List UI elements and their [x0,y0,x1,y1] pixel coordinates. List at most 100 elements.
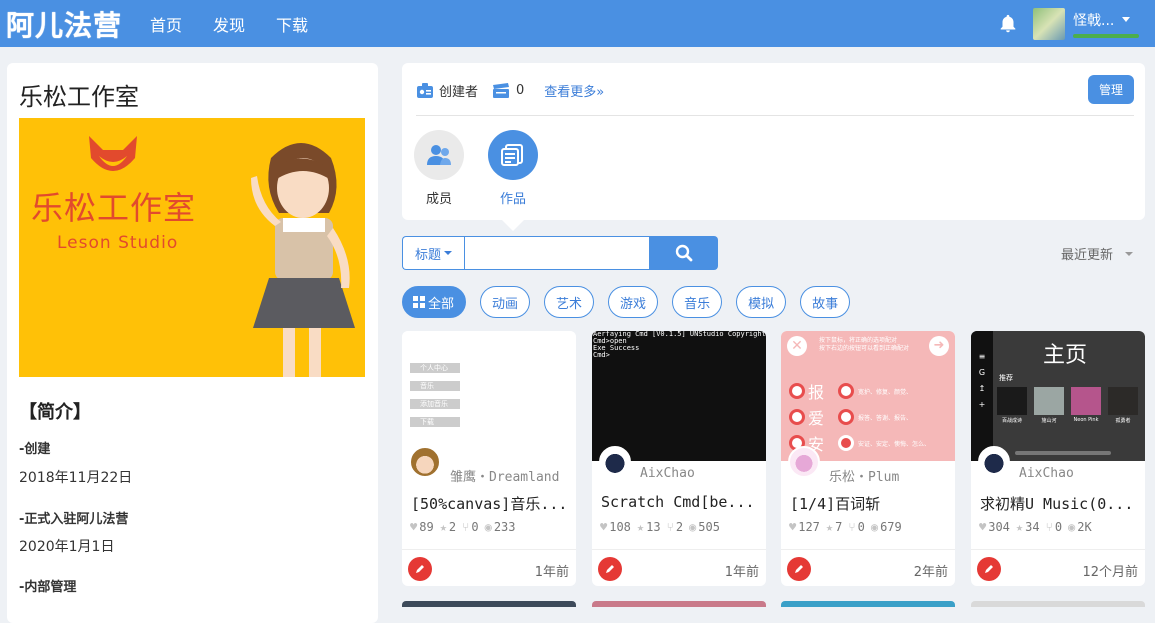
tile-label: 百战成诗 [1001,418,1022,424]
sort-label: 最近更新 [1060,248,1113,263]
sort-dropdown[interactable]: 最近更新 [1061,244,1133,263]
fork-icon: ⑂ [666,520,674,534]
user-area: 怪戟... [997,0,1139,47]
card-stats: ♥ 108 ★ 13 ⑂ 2 ◉ 505 [600,520,726,534]
tab-works-label: 作品 [499,192,526,207]
filter-game[interactable]: 游戏 [608,286,659,318]
card-stats: ♥ 89 ★ 2 ⑂ 0 ◉ 233 [410,520,522,534]
card-author[interactable]: AixChao [1019,466,1074,481]
see-more-link[interactable]: 查看更多» [544,81,604,100]
filter-all[interactable]: 全部 [402,286,467,318]
eye-icon: ◉ [870,520,879,534]
card-time: 1年前 [724,565,759,580]
thumb-subheading: 推荐 [999,374,1013,382]
card-time: 2年前 [913,565,948,580]
project-card[interactable]: ✕ ➜ 按下鼠标，将正确的选项配对 按下右边的按钮可以看到正确配对 报 宽护、修复… [781,331,955,586]
filter-label: 故事 [812,296,839,312]
project-card[interactable]: Aerfaying Cmd [V0.1.5] UNStudio Copyrigh… [592,331,766,586]
card-title[interactable]: [1/4]百词斩 [790,493,880,514]
chevron-down-icon [1122,17,1131,22]
nav-download[interactable]: 下载 [276,12,308,36]
quiz-char: 爱 [808,409,825,428]
username-label: 怪戟... [1073,12,1115,29]
filter-art[interactable]: 艺术 [544,286,595,318]
heart-icon: ♥ [789,520,797,534]
like-count: 304 [988,520,1010,534]
nav-discover[interactable]: 发现 [213,12,245,36]
card-author[interactable]: AixChao [640,466,695,481]
card-stats: ♥ 127 ★ 7 ⑂ 0 ◉ 679 [789,520,908,534]
project-card-next[interactable] [971,601,1145,607]
project-card-next[interactable] [402,601,576,607]
tile-label: 孤勇者 [1115,418,1131,424]
view-count: 679 [880,520,902,534]
site-logo[interactable]: 阿儿法营 [6,4,136,44]
nav-home[interactable]: 首页 [150,12,182,36]
project-card-next[interactable] [781,601,955,607]
thumb-heading: 主页 [1043,343,1088,368]
card-footer: 12个月前 [971,549,1145,586]
project-card[interactable]: 个人中心 音乐 添加音乐 下载 雏鹰・Dreamland [50%canvas]… [402,331,576,586]
card-author[interactable]: 乐松・Plum [829,466,899,485]
tab-members[interactable]: 成员 [414,130,464,207]
view-count: 233 [493,520,516,534]
main-nav: 首页 发现 下载 [150,12,339,36]
project-thumbnail: ✕ ➜ 按下鼠标，将正确的选项配对 按下右边的按钮可以看到正确配对 报 宽护、修复… [781,331,955,461]
eye-icon: ◉ [1068,520,1076,534]
tab-members-label: 成员 [425,192,452,207]
heart-icon: ♥ [600,520,608,534]
user-menu[interactable]: 怪戟... [1073,10,1139,38]
banner-title-cn: 乐松工作室 [31,189,197,227]
author-avatar[interactable] [978,446,1010,478]
user-avatar[interactable] [1033,7,1065,40]
project-card[interactable]: ≡ G ↥ + 主页 推荐 百战成诗 施山河 Neon Pink 孤勇者 AixCha… [971,331,1145,586]
thumb-menu-item: 音乐 [410,381,460,391]
star-count: 13 [646,520,661,534]
project-thumbnail: Aerfaying Cmd [V0.1.5] UNStudio Copyrigh… [592,331,766,461]
card-title[interactable]: [50%canvas]音乐... [411,493,567,514]
card-title[interactable]: 求初精U Music(0... [980,493,1133,514]
author-avatar[interactable] [788,446,820,478]
heart-icon: ♥ [410,520,418,534]
info-value-joined: 2020年1月1日 [19,539,115,555]
works-count: 0 [516,83,525,98]
thumb-menu-item: 添加音乐 [410,399,460,409]
intro-heading: 【简介】 [19,402,91,423]
author-avatar[interactable] [599,446,631,478]
filter-animation[interactable]: 动画 [480,286,531,318]
card-author[interactable]: 雏鹰・Dreamland [450,466,559,485]
bell-icon[interactable] [997,13,1019,35]
card-time: 1年前 [534,565,569,580]
id-card-icon [417,82,433,98]
card-title[interactable]: Scratch Cmd[be... [601,493,755,511]
search-field-select[interactable]: 标题 [402,236,464,270]
project-card-next[interactable] [592,601,766,607]
heart-icon: ♥ [979,520,987,534]
star-count: 34 [1025,520,1040,534]
filter-simulation[interactable]: 模拟 [736,286,787,318]
studio-info-panel: 乐松工作室 乐松工作室 Leson Studio 【简介】 -创建 2018年1… [7,63,378,623]
pen-icon [598,557,622,581]
filter-label: 动画 [492,296,519,312]
author-avatar[interactable] [409,446,441,478]
thumb-tiles: 百战成诗 施山河 Neon Pink 孤勇者 [997,387,1138,424]
search-button[interactable] [650,236,718,270]
filter-label: 模拟 [748,296,775,312]
fox-logo-icon [89,136,137,171]
tab-works[interactable]: 作品 [488,130,538,207]
banner-title-en: Leson Studio [57,233,179,253]
pen-icon [787,557,811,581]
pen-icon [408,557,432,581]
works-icon [488,130,538,180]
members-icon [414,130,464,180]
filter-music[interactable]: 音乐 [672,286,723,318]
search-input[interactable] [464,236,650,270]
manage-button[interactable]: 管理 [1088,75,1134,104]
quiz-option: 宽护、修复、颜觉、 [858,388,913,396]
thumb-sidebar: ≡ G ↥ + [971,331,993,461]
filter-story[interactable]: 故事 [800,286,851,318]
quiz-option: 报答、答谢、报告、 [858,414,913,422]
thumb-progress [1015,451,1111,455]
thumb-hint: 按下鼠标，将正确的选项配对 按下右边的按钮可以看到正确配对 [819,337,909,353]
info-label-management: -内部管理 [19,580,77,595]
